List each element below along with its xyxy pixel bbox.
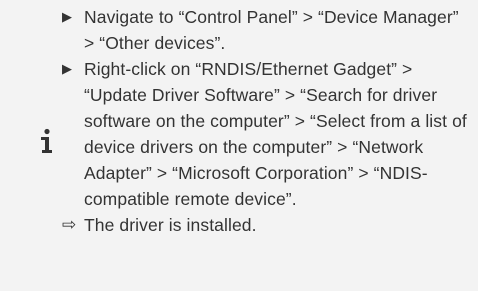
result-text: The driver is installed. [84, 215, 257, 235]
step-item: ▶ Navigate to “Control Panel” > “Device … [62, 4, 470, 56]
info-icon [36, 128, 58, 154]
result-arrow-icon: ⇨ [62, 215, 77, 234]
step-text: Right-click on “RNDIS/Ethernet Gadget” >… [84, 59, 467, 209]
step-marker-icon: ▶ [62, 9, 73, 24]
instruction-list: ▶ Navigate to “Control Panel” > “Device … [62, 4, 470, 238]
step-text: Navigate to “Control Panel” > “Device Ma… [84, 7, 459, 53]
step-marker-icon: ▶ [62, 61, 73, 76]
step-item: ▶ Right-click on “RNDIS/Ethernet Gadget”… [62, 56, 470, 212]
result-item: ⇨ The driver is installed. [62, 212, 470, 238]
